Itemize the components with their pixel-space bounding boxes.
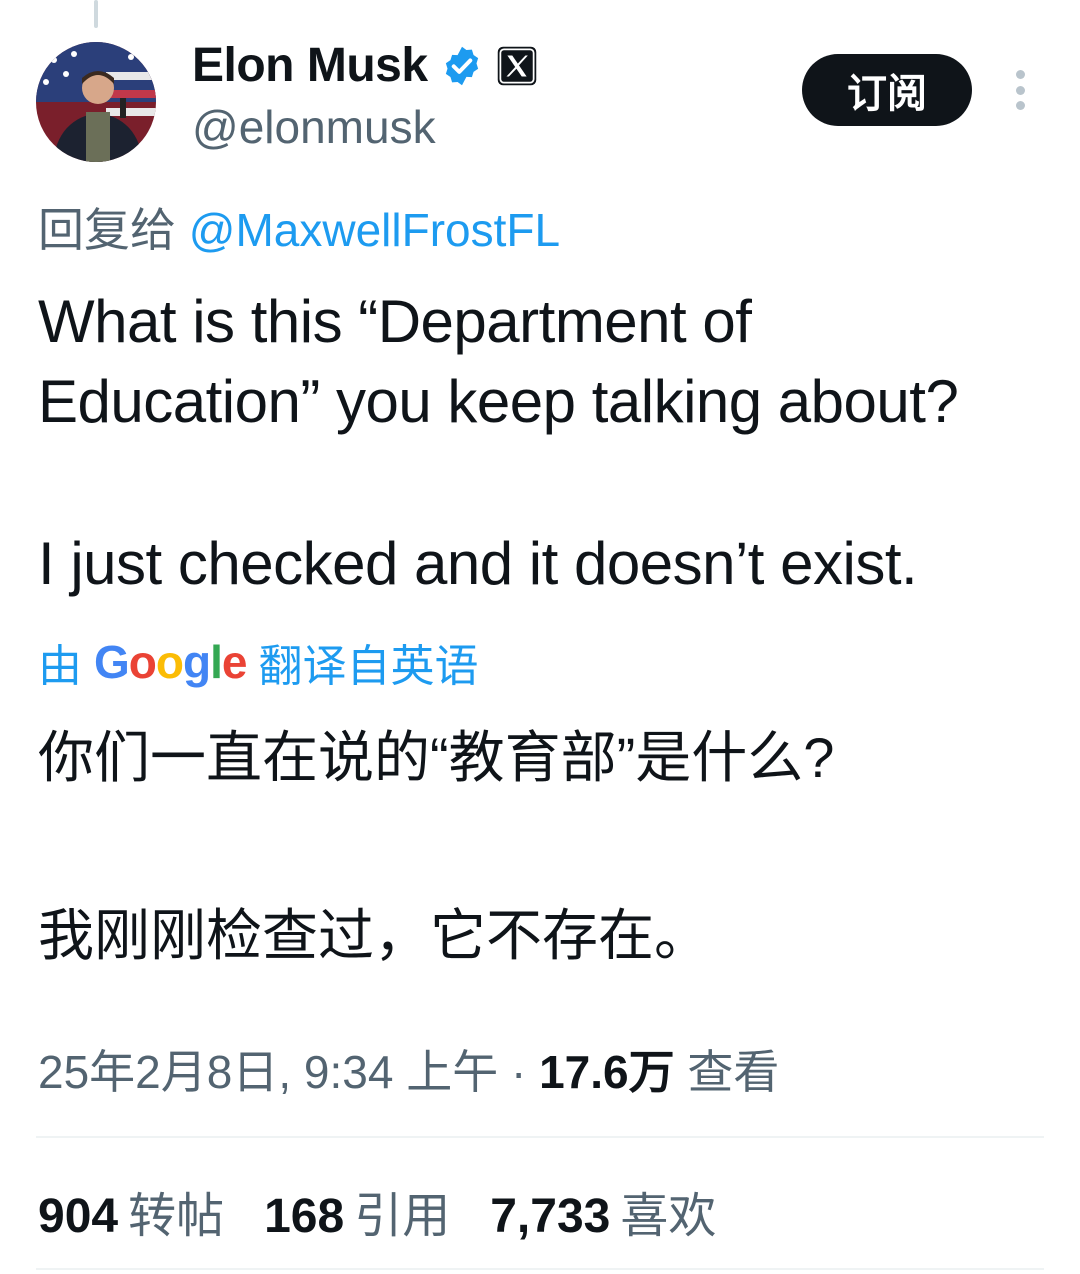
more-dot: [1015, 101, 1025, 110]
translated-text-line-1: 你们一直在说的“教育部”是什么?: [38, 726, 835, 789]
author-handle[interactable]: @elonmusk: [192, 100, 436, 154]
quotes-label: 引用: [354, 1190, 451, 1243]
google-letter: o: [128, 636, 157, 688]
reposts-stat[interactable]: 904 转帖: [38, 1176, 224, 1246]
x-affiliation-icon[interactable]: [496, 45, 538, 87]
divider-top: [36, 1136, 1044, 1138]
google-letter: o: [155, 636, 184, 688]
google-letter: g: [183, 636, 211, 688]
translation-by-label: 由: [38, 642, 82, 691]
meta-separator: ·: [498, 1046, 540, 1098]
subscribe-button[interactable]: 订阅: [802, 54, 972, 126]
likes-label: 喜欢: [620, 1190, 717, 1243]
views-label: 查看: [687, 1046, 780, 1098]
tweet-text-line-1: What is this “Department of: [38, 288, 752, 355]
quotes-stat[interactable]: 168 引用: [264, 1176, 450, 1246]
views-count: 17.6万: [539, 1046, 675, 1098]
likes-stat[interactable]: 7,733 喜欢: [490, 1176, 716, 1246]
avatar-image: [36, 42, 156, 162]
translation-suffix: 翻译自英语: [258, 642, 479, 691]
reposts-label: 转帖: [128, 1190, 225, 1243]
reply-prefix: 回复给: [38, 204, 176, 256]
more-dot: [1015, 85, 1025, 95]
engagement-stats: 904 转帖 168 引用 7,733 喜欢: [38, 1176, 716, 1246]
translation-attribution[interactable]: 由 Google 翻译自英语: [38, 630, 478, 694]
translated-text-line-2: 我刚刚检查过，它不存在。: [38, 904, 710, 967]
tweet-text-line-2: Education” you keep talking about?: [38, 368, 959, 435]
tweet-text-line-3: I just checked and it doesn’t exist.: [38, 530, 918, 597]
more-dot: [1015, 70, 1025, 79]
divider-bottom: [36, 1268, 1044, 1270]
google-logo: Google: [94, 635, 248, 689]
google-letter: l: [210, 636, 223, 688]
quotes-count: 168: [264, 1190, 345, 1243]
google-letter: G: [94, 636, 130, 688]
reply-mention-link[interactable]: @MaxwellFrostFL: [189, 204, 560, 256]
reply-context: 回复给 @MaxwellFrostFL: [38, 194, 560, 260]
tweet-meta: 25年2月8日, 9:34 上午 · 17.6万 查看: [38, 1036, 779, 1102]
verified-badge-icon[interactable]: [440, 44, 484, 88]
more-options-icon[interactable]: [1010, 70, 1030, 110]
timestamp-link[interactable]: 25年2月8日, 9:34 上午: [38, 1046, 498, 1098]
display-name[interactable]: Elon Musk: [192, 38, 428, 93]
reposts-count: 904: [38, 1190, 119, 1243]
thread-connector-line: [94, 0, 98, 28]
google-letter: e: [221, 636, 248, 688]
avatar[interactable]: [36, 42, 156, 162]
author-name-row: Elon Musk: [192, 38, 538, 93]
likes-count: 7,733: [490, 1190, 611, 1243]
